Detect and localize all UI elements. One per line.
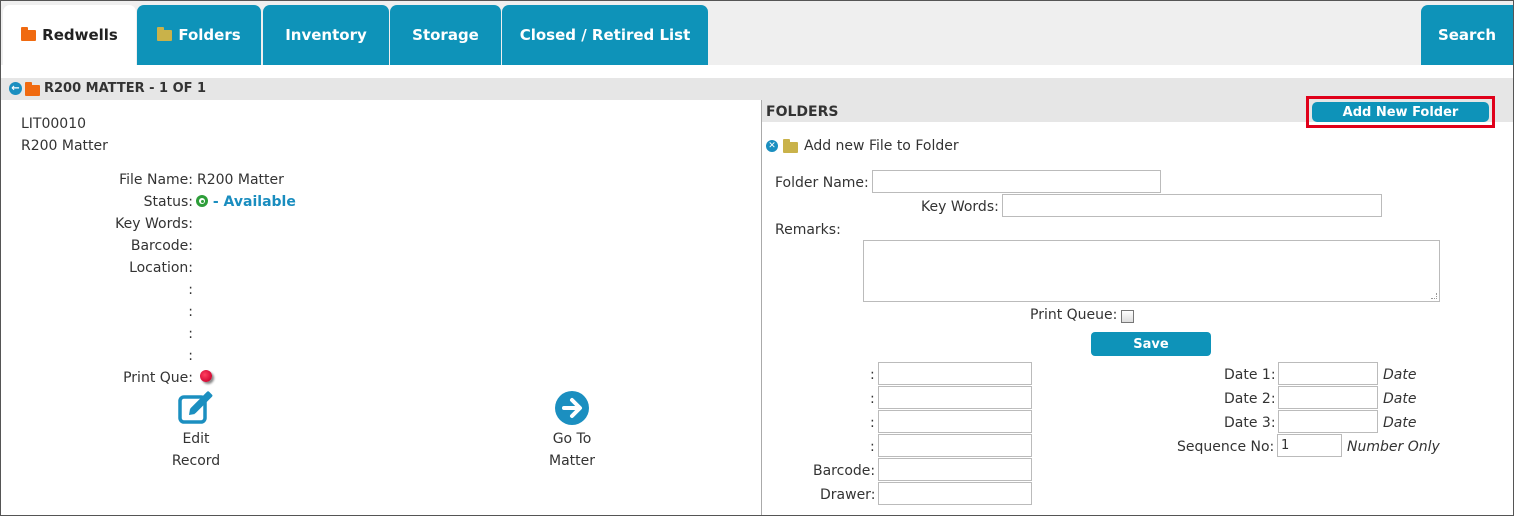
empty-field-label: : (188, 326, 193, 342)
empty-field-label: : (188, 304, 193, 320)
custom-field-3-input[interactable] (878, 410, 1032, 433)
sequence-input[interactable] (1277, 434, 1342, 457)
date-hint: Date (1383, 391, 1417, 407)
field-label: : (870, 439, 875, 455)
edit-record-line1: Edit (182, 431, 210, 447)
back-arrow-icon[interactable]: ← (9, 82, 22, 95)
tab-label: Search (1437, 26, 1497, 44)
record-id: LIT00010 (21, 116, 87, 132)
status-label: Status: (143, 194, 193, 210)
drawer-label: Drawer: (820, 487, 876, 503)
drawer-input[interactable] (878, 482, 1032, 505)
sequence-label: Sequence No: (1177, 439, 1275, 455)
folder-icon (25, 81, 40, 96)
folder-icon (21, 26, 37, 41)
field-label: : (870, 415, 875, 431)
tab-label: Closed / Retired List (519, 26, 691, 44)
edit-record-button[interactable]: Edit Record (146, 428, 246, 472)
save-button[interactable]: Save (1091, 332, 1211, 356)
record-header-bar: ← R200 MATTER - 1 OF 1 (1, 78, 1513, 100)
add-new-folder-highlight: Add New Folder (1306, 96, 1495, 128)
remarks-textarea[interactable] (863, 240, 1440, 302)
date1-label: Date 1: (1224, 367, 1276, 383)
custom-field-2-input[interactable] (878, 386, 1032, 409)
tab-inventory[interactable]: Inventory (263, 5, 389, 65)
folder-name-label: Folder Name: (775, 175, 869, 191)
folder-name-input[interactable] (872, 170, 1161, 193)
tab-bar: Redwells Folders Inventory Storage Close… (1, 1, 1513, 65)
go-to-matter-line2: Matter (548, 453, 595, 469)
record-header-title: R200 MATTER - 1 OF 1 (44, 81, 207, 96)
empty-field-label: : (188, 348, 193, 364)
add-file-text: Add new File to Folder (804, 138, 959, 154)
number-only-hint: Number Only (1347, 439, 1440, 455)
go-to-matter-button[interactable]: Go To Matter (522, 428, 622, 472)
add-file-to-folder-row: ✕ Add new File to Folder (766, 138, 959, 154)
date2-label: Date 2: (1224, 391, 1276, 407)
tab-search[interactable]: Search (1421, 5, 1513, 65)
folder-icon (157, 26, 173, 41)
tab-label: Folders (178, 26, 241, 44)
record-name: R200 Matter (21, 138, 108, 154)
key-words-input[interactable] (1002, 194, 1382, 217)
file-name-label: File Name: (119, 172, 193, 188)
field-label: : (870, 391, 875, 407)
key-words-label: Key Words: (921, 199, 999, 215)
tab-label: Redwells (42, 26, 118, 44)
custom-field-1-input[interactable] (878, 362, 1032, 385)
go-to-arrow-icon[interactable] (555, 391, 589, 425)
date2-input[interactable] (1278, 386, 1378, 409)
field-label: : (870, 367, 875, 383)
remarks-label: Remarks: (775, 222, 841, 238)
folder-icon (783, 139, 798, 153)
status-text: - Available (208, 194, 296, 210)
custom-field-4-input[interactable] (878, 434, 1032, 457)
go-to-matter-line1: Go To (552, 431, 592, 447)
date-hint: Date (1383, 367, 1417, 383)
barcode-label: Barcode: (130, 238, 193, 254)
panel-divider (761, 100, 762, 515)
status-value: - Available (196, 194, 296, 210)
edit-icon[interactable] (178, 391, 216, 425)
date3-input[interactable] (1278, 410, 1378, 433)
close-circle-icon[interactable]: ✕ (766, 140, 778, 152)
print-queue-indicator-icon[interactable] (200, 370, 212, 382)
tab-label: Storage (412, 26, 479, 44)
empty-field-label: : (188, 282, 193, 298)
edit-record-line2: Record (171, 453, 221, 469)
date-hint: Date (1383, 415, 1417, 431)
available-status-icon (196, 195, 208, 207)
date1-input[interactable] (1278, 362, 1378, 385)
tab-label: Inventory (285, 26, 367, 44)
print-queue-checkbox[interactable] (1121, 310, 1134, 323)
barcode-input[interactable] (878, 458, 1032, 481)
add-new-folder-button[interactable]: Add New Folder (1312, 102, 1489, 122)
location-label: Location: (129, 260, 193, 276)
print-que-label: Print Que: (123, 370, 193, 386)
resize-handle-icon[interactable] (1431, 293, 1437, 299)
barcode-label: Barcode: (813, 463, 876, 479)
tab-redwells[interactable]: Redwells (3, 5, 136, 65)
tab-folders[interactable]: Folders (137, 5, 261, 65)
file-name-value: R200 Matter (197, 172, 284, 188)
tab-closed-retired-list[interactable]: Closed / Retired List (502, 5, 708, 65)
key-words-label: Key Words: (115, 216, 193, 232)
folders-title: FOLDERS (766, 104, 839, 120)
date3-label: Date 3: (1224, 415, 1276, 431)
print-queue-label: Print Queue: (1030, 307, 1118, 323)
tab-storage[interactable]: Storage (390, 5, 501, 65)
